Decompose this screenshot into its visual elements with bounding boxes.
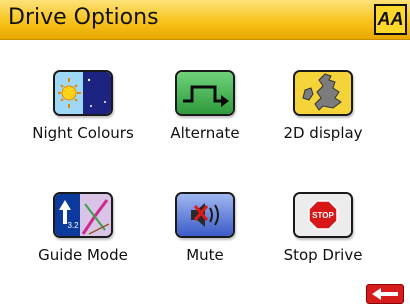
alternate-label: Alternate (170, 124, 240, 142)
stop-drive-button[interactable]: STOP Stop Drive (263, 192, 383, 282)
guide-mode-button[interactable]: 3.2 Guide Mode (23, 192, 143, 282)
title-bar: Drive Options AA (0, 0, 410, 40)
page-title: Drive Options (8, 5, 159, 30)
back-button[interactable] (366, 284, 404, 304)
guide-mode-label: Guide Mode (38, 246, 128, 264)
back-arrow-icon (372, 288, 398, 300)
day-night-icon (53, 70, 113, 116)
map-2d-icon (293, 70, 353, 116)
mute-icon (175, 192, 235, 238)
night-colours-button[interactable]: Night Colours (23, 70, 143, 160)
2d-display-button[interactable]: 2D display (263, 70, 383, 160)
guide-mode-icon: 3.2 (53, 192, 113, 238)
stop-sign-icon: STOP (293, 192, 353, 238)
mute-button[interactable]: Mute (145, 192, 265, 282)
aa-logo: AA (374, 4, 407, 35)
alternate-route-icon (175, 70, 235, 116)
stop-sign-text: STOP (312, 211, 334, 220)
stop-drive-label: Stop Drive (283, 246, 363, 264)
mute-label: Mute (186, 246, 224, 264)
night-colours-label: Night Colours (32, 124, 134, 142)
alternate-button[interactable]: Alternate (145, 70, 265, 160)
guide-distance-text: 3.2 (67, 221, 79, 230)
2d-display-label: 2D display (283, 124, 363, 142)
